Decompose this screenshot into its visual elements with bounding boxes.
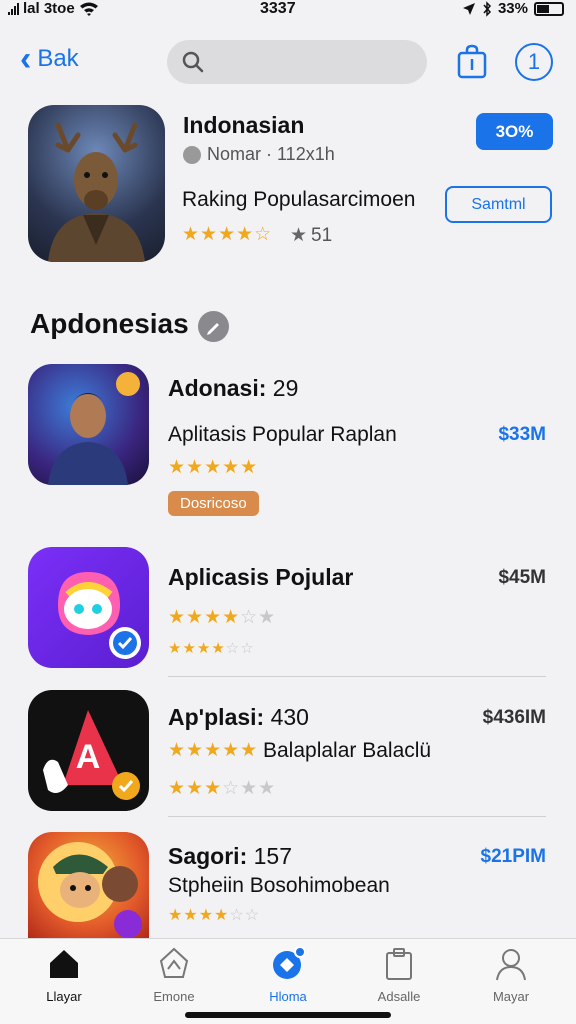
edit-icon[interactable] xyxy=(198,311,229,342)
divider xyxy=(168,816,546,817)
get-button[interactable]: Samtml xyxy=(445,186,552,223)
app-subtitle: Stpheiin Bosohimobean xyxy=(168,874,390,897)
svg-text:A: A xyxy=(76,738,101,776)
rocket-icon xyxy=(159,947,189,978)
tab-label: Emone xyxy=(153,989,195,1004)
home-icon xyxy=(50,950,78,978)
divider xyxy=(168,676,546,677)
app-price[interactable]: $45M xyxy=(498,567,546,589)
battery-icon xyxy=(534,1,564,16)
app-name-text: Apʹplasi: xyxy=(168,704,265,730)
tab-label: Hloma xyxy=(269,989,307,1004)
person-portrait-icon xyxy=(48,372,140,485)
star-rating: ★★★★★ xyxy=(168,456,258,479)
face-logo-icon xyxy=(58,572,141,659)
app-name[interactable]: Adonasi: 29 xyxy=(168,375,298,402)
app-price[interactable]: $33M xyxy=(498,424,546,446)
info-icon[interactable]: 1 xyxy=(515,43,553,81)
stars-empty: ☆☆ xyxy=(225,640,255,657)
status-time: 3337 xyxy=(260,0,296,17)
star-rating: ★★★★☆★ xyxy=(168,606,276,629)
stars-full: ★★★★ xyxy=(168,907,230,924)
search-input[interactable] xyxy=(167,40,427,84)
app-name-number: 29 xyxy=(272,375,299,401)
app-name-text: Adonasi: xyxy=(168,375,267,401)
app-icon[interactable] xyxy=(28,547,149,668)
app-name[interactable]: Apʹplasi: 430 xyxy=(168,704,309,731)
status-bar: lal 3toe 3337 33% xyxy=(0,0,576,24)
letter-a-logo-icon: A xyxy=(43,710,140,800)
featured-app-subtitle: Raking Populasarcimoen xyxy=(182,188,416,211)
tab-home[interactable]: Hloma xyxy=(240,947,336,1004)
home-indicator[interactable] xyxy=(185,1012,391,1018)
chevron-left-icon: ‹ xyxy=(20,40,32,78)
featured-rating-count: ★ 51 xyxy=(290,224,332,247)
section-title: Apdonesias xyxy=(30,308,189,339)
app-name[interactable]: Aplicasis Pojular xyxy=(168,564,353,591)
person-icon xyxy=(496,949,526,981)
app-subtitle: Aplitasis Popular Raplan xyxy=(168,423,397,446)
tab-label: Mayar xyxy=(492,989,530,1004)
stars-empty: ☆★★ xyxy=(222,778,277,799)
star-small-icon: ★ xyxy=(290,225,308,246)
stars-full: ★★★ xyxy=(168,778,223,799)
featured-app-icon[interactable] xyxy=(28,105,165,262)
nav-bar: ‹ Bak 1 xyxy=(0,38,576,86)
app-name-text: Sagori: xyxy=(168,843,248,869)
app-icon[interactable] xyxy=(28,832,149,938)
star-rating-secondary: ★★★☆★★ xyxy=(168,777,276,800)
app-name-number: 157 xyxy=(253,843,292,869)
tab-label: Llayar xyxy=(46,989,82,1004)
stars-full: ★★★★★ xyxy=(168,457,259,478)
price-badge-button[interactable]: 3O% xyxy=(476,113,553,150)
deer-character-icon xyxy=(48,122,145,262)
wifi-icon xyxy=(79,2,98,16)
clipboard-icon xyxy=(386,948,412,980)
status-left: lal 3toe xyxy=(8,0,99,17)
search-icon xyxy=(182,51,204,73)
app-icon[interactable] xyxy=(28,364,149,485)
tab-arcade[interactable]: Adsalle xyxy=(351,947,447,1004)
apps-icon xyxy=(273,947,305,979)
featured-rating-count-value: 51 xyxy=(311,224,333,246)
shopping-bag-icon[interactable] xyxy=(456,44,488,80)
app-name[interactable]: Sagori: 157 xyxy=(168,843,292,870)
featured-app-title[interactable]: Indonasian xyxy=(183,112,304,139)
app-subtitle: Balaplalar Balaclü xyxy=(263,739,432,762)
star-rating: ★★★★☆☆ xyxy=(168,905,260,925)
stars-full: ★★★★ xyxy=(168,640,226,657)
tab-games[interactable]: Emone xyxy=(126,947,222,1004)
stars-full: ★★★★★ xyxy=(168,740,259,761)
battery-percent: 33% xyxy=(497,0,528,17)
featured-star-rating: ★★★★☆ xyxy=(182,224,273,245)
status-right: 33% xyxy=(462,0,564,17)
star-rating-secondary: ★★★★☆☆ xyxy=(168,639,255,657)
tab-today[interactable]: Llayar xyxy=(16,947,112,1004)
app-name-number: 430 xyxy=(270,704,309,730)
stars-full: ★★★★ xyxy=(168,607,241,628)
app-icon[interactable]: A xyxy=(28,690,149,811)
carrier-label: lal 3toe xyxy=(23,0,75,17)
developer-icon xyxy=(183,145,201,164)
app-tag[interactable]: Dosricoso xyxy=(168,491,259,516)
stars-empty: ☆☆ xyxy=(229,907,261,924)
tab-account[interactable]: Mayar xyxy=(463,947,559,1004)
app-price[interactable]: $21PIM xyxy=(481,846,546,868)
bluetooth-icon xyxy=(483,0,491,17)
tab-label: Adsalle xyxy=(377,989,421,1004)
signal-icon xyxy=(8,2,19,15)
location-icon xyxy=(462,2,475,15)
featured-app-meta: Nomar · 112x1h xyxy=(183,144,335,165)
stars-empty: ☆★ xyxy=(240,607,277,628)
featured-meta-text: Nomar · 112x1h xyxy=(207,144,335,164)
back-label: Bak xyxy=(37,45,79,72)
cartoon-character-icon xyxy=(38,842,142,938)
back-button[interactable]: ‹ Bak xyxy=(20,42,79,76)
star-rating: ★★★★★ xyxy=(168,739,258,762)
app-price[interactable]: $436IM xyxy=(483,707,546,729)
